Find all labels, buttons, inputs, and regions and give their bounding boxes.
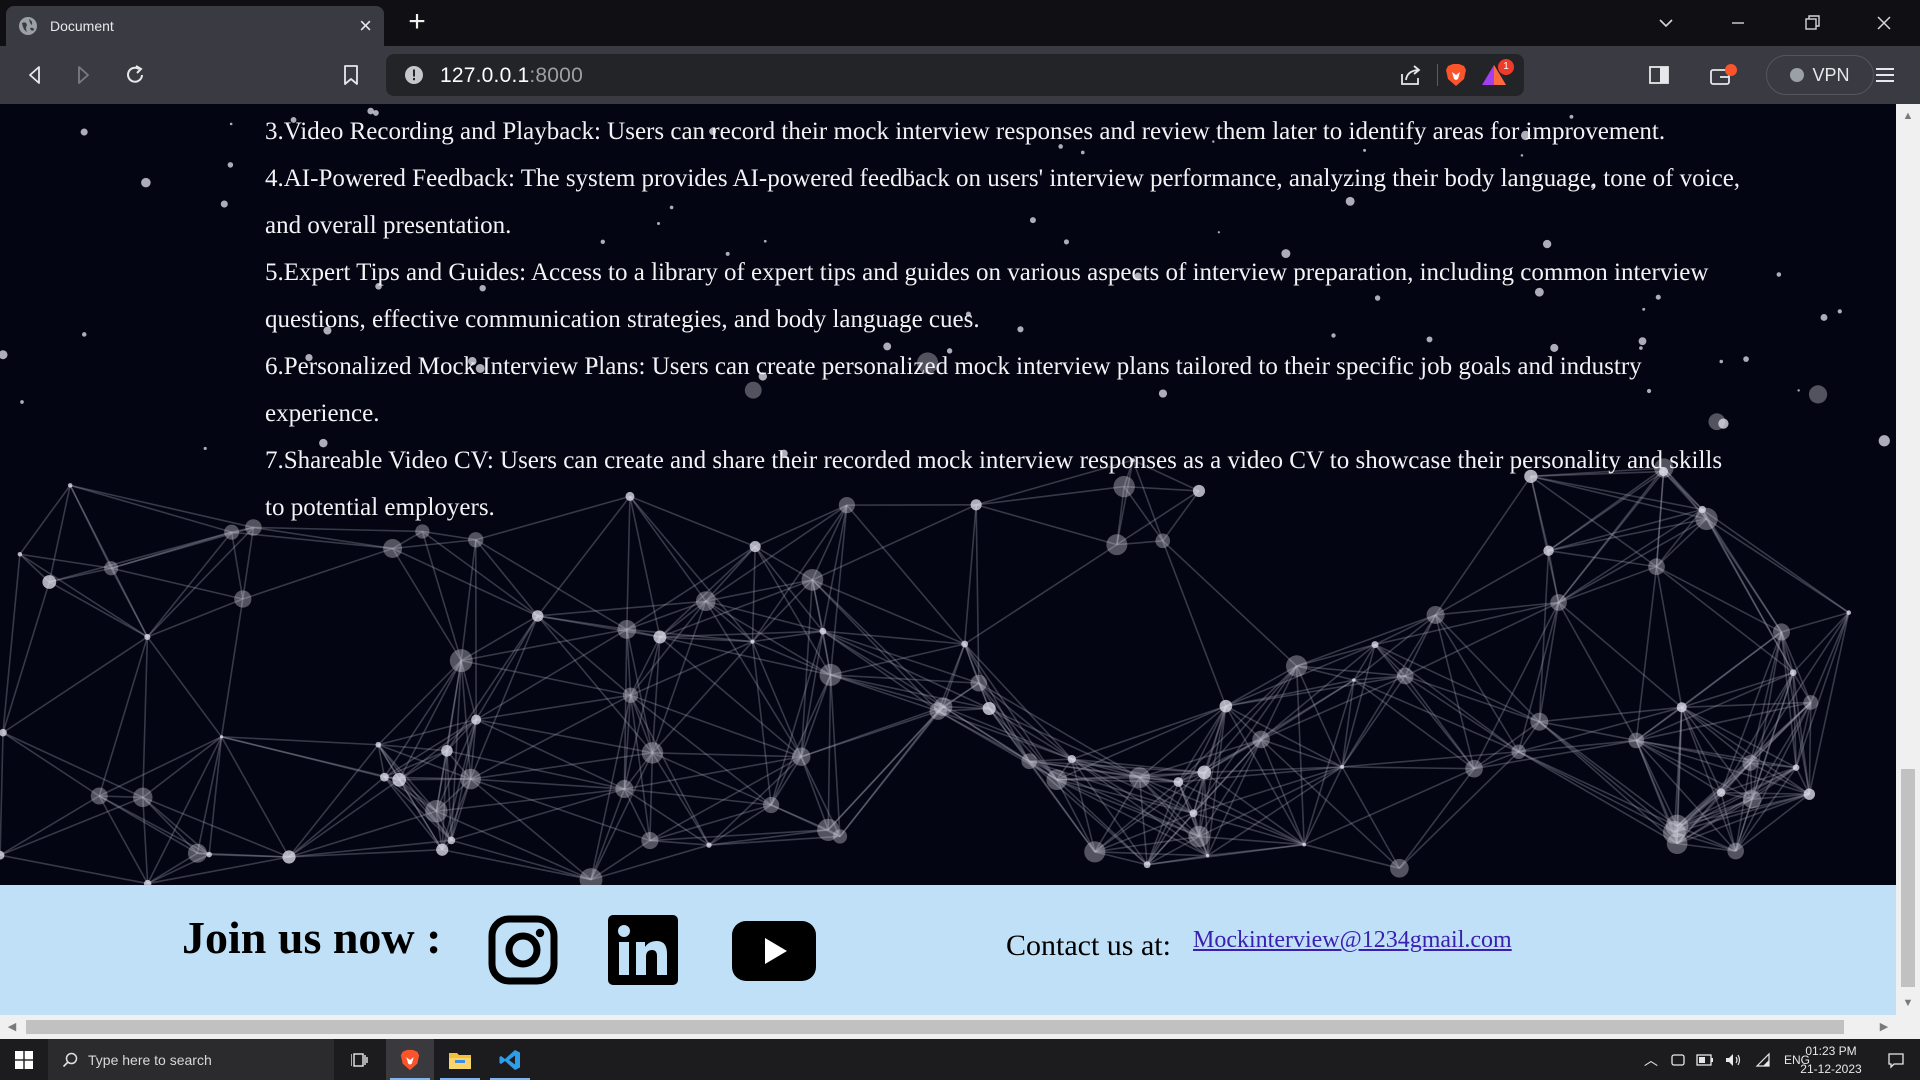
back-arrow-icon	[29, 66, 40, 84]
page-viewport: 3.Video Recording and Playback: Users ca…	[0, 104, 1896, 1015]
url-port: :8000	[529, 64, 583, 87]
browser-menu-button[interactable]	[1868, 58, 1902, 92]
wifi-icon[interactable]	[1754, 1052, 1772, 1068]
meet-now-icon[interactable]	[1670, 1052, 1686, 1068]
address-bar-separator	[1437, 64, 1438, 86]
feature-item: 3.Video Recording and Playback: Users ca…	[265, 118, 1666, 145]
reload-button[interactable]	[118, 58, 152, 92]
scroll-left-arrow-icon[interactable]: ◀	[6, 1021, 18, 1033]
show-hidden-icons-icon[interactable]: ︿	[1644, 1050, 1658, 1070]
bookmark-button[interactable]	[334, 58, 368, 92]
feature-item: 7.Shareable Video CV: Users can create a…	[265, 447, 1723, 521]
scroll-right-arrow-icon[interactable]: ▶	[1878, 1021, 1890, 1033]
folder-icon	[449, 1052, 471, 1069]
brave-shields-icon[interactable]	[1444, 62, 1468, 88]
feature-item: 5.Expert Tips and Guides: Access to a li…	[265, 259, 1709, 333]
start-button[interactable]	[0, 1039, 48, 1080]
clock-date: 21-12-2023	[1800, 1062, 1862, 1076]
reload-icon	[127, 65, 143, 83]
contact-email-link[interactable]: Mockinterview@1234gmail.com	[1193, 927, 1512, 954]
notification-icon	[1888, 1052, 1904, 1069]
windows-logo-icon	[15, 1050, 33, 1069]
page-footer: Join us now : Contact us at: Mockintervi…	[0, 885, 1896, 1015]
horizontal-scrollbar[interactable]: ◀ ▶	[0, 1015, 1896, 1039]
system-tray: ︿ ENG	[1644, 1039, 1810, 1080]
scroll-up-arrow-icon[interactable]: ▲	[1902, 110, 1914, 122]
tab-search-chevron-icon[interactable]	[1630, 0, 1702, 46]
site-info-icon[interactable]	[404, 65, 424, 85]
notifications-button[interactable]	[1872, 1039, 1920, 1080]
taskbar-file-explorer[interactable]	[436, 1039, 484, 1080]
close-window-button[interactable]	[1848, 0, 1920, 46]
tab-title: Document	[50, 18, 114, 34]
browser-tab[interactable]: Document ×	[6, 6, 384, 46]
volume-icon[interactable]	[1724, 1052, 1742, 1068]
share-icon[interactable]	[1398, 62, 1424, 88]
url-text[interactable]: 127.0.0.1:8000	[440, 64, 583, 88]
brave-browser-icon	[400, 1049, 420, 1070]
forward-button[interactable]	[66, 58, 100, 92]
windows-taskbar: Type here to search ︿ ENG 01:23 PM 21-12…	[0, 1039, 1920, 1080]
taskbar-vscode[interactable]	[486, 1039, 534, 1080]
restore-window-button[interactable]	[1776, 0, 1848, 46]
battery-icon[interactable]	[1696, 1053, 1714, 1066]
search-icon	[62, 1052, 78, 1067]
globe-icon	[19, 17, 37, 35]
sidebar-icon	[1649, 66, 1669, 84]
taskbar-search-box[interactable]: Type here to search	[48, 1039, 334, 1080]
horizontal-scroll-thumb[interactable]	[26, 1020, 1844, 1034]
vpn-status-dot	[1790, 68, 1805, 82]
vpn-button[interactable]: VPN	[1766, 55, 1874, 95]
linkedin-icon[interactable]	[608, 915, 678, 985]
scrollbar-corner	[1896, 1015, 1920, 1039]
task-view-icon	[351, 1052, 368, 1067]
vscode-icon	[499, 1049, 520, 1070]
forward-arrow-icon	[78, 66, 89, 84]
clock-time: 01:23 PM	[1805, 1044, 1857, 1058]
taskbar-clock[interactable]: 01:23 PM 21-12-2023	[1796, 1042, 1866, 1078]
feature-item: 4.AI-Powered Feedback: The system provid…	[265, 165, 1741, 239]
join-us-label: Join us now :	[182, 912, 442, 963]
back-button[interactable]	[18, 58, 52, 92]
hamburger-menu-icon	[1876, 68, 1894, 82]
task-view-button[interactable]	[336, 1039, 384, 1080]
bookmark-icon	[344, 65, 358, 85]
minimize-window-button[interactable]	[1702, 0, 1774, 46]
new-tab-button[interactable]: +	[402, 7, 432, 38]
rewards-badge: 1	[1498, 59, 1514, 75]
contact-label: Contact us at:	[1006, 929, 1171, 962]
url-host: 127.0.0.1	[440, 64, 530, 87]
browser-toolbar: 127.0.0.1:8000 1 VPN	[0, 46, 1920, 104]
feature-item: 6.Personalized Mock Interview Plans: Use…	[265, 353, 1642, 427]
instagram-icon[interactable]	[488, 915, 558, 985]
vertical-scrollbar[interactable]: ▲ ▼	[1896, 104, 1920, 1015]
vertical-scroll-thumb[interactable]	[1901, 769, 1915, 987]
wallet-icon	[1710, 64, 1737, 85]
address-bar[interactable]: 127.0.0.1:8000 1	[386, 54, 1524, 96]
vpn-label: VPN	[1812, 64, 1850, 85]
close-tab-icon[interactable]: ×	[359, 15, 372, 37]
youtube-icon[interactable]	[732, 921, 816, 981]
taskbar-brave-browser[interactable]	[386, 1039, 434, 1080]
browser-tab-bar: Document × +	[0, 0, 1920, 46]
search-placeholder: Type here to search	[88, 1051, 212, 1068]
scroll-down-arrow-icon[interactable]: ▼	[1902, 997, 1914, 1009]
sidebar-toggle-button[interactable]	[1642, 58, 1676, 92]
features-list: 3.Video Recording and Playback: Users ca…	[265, 108, 1745, 531]
wallet-button[interactable]	[1706, 58, 1740, 92]
